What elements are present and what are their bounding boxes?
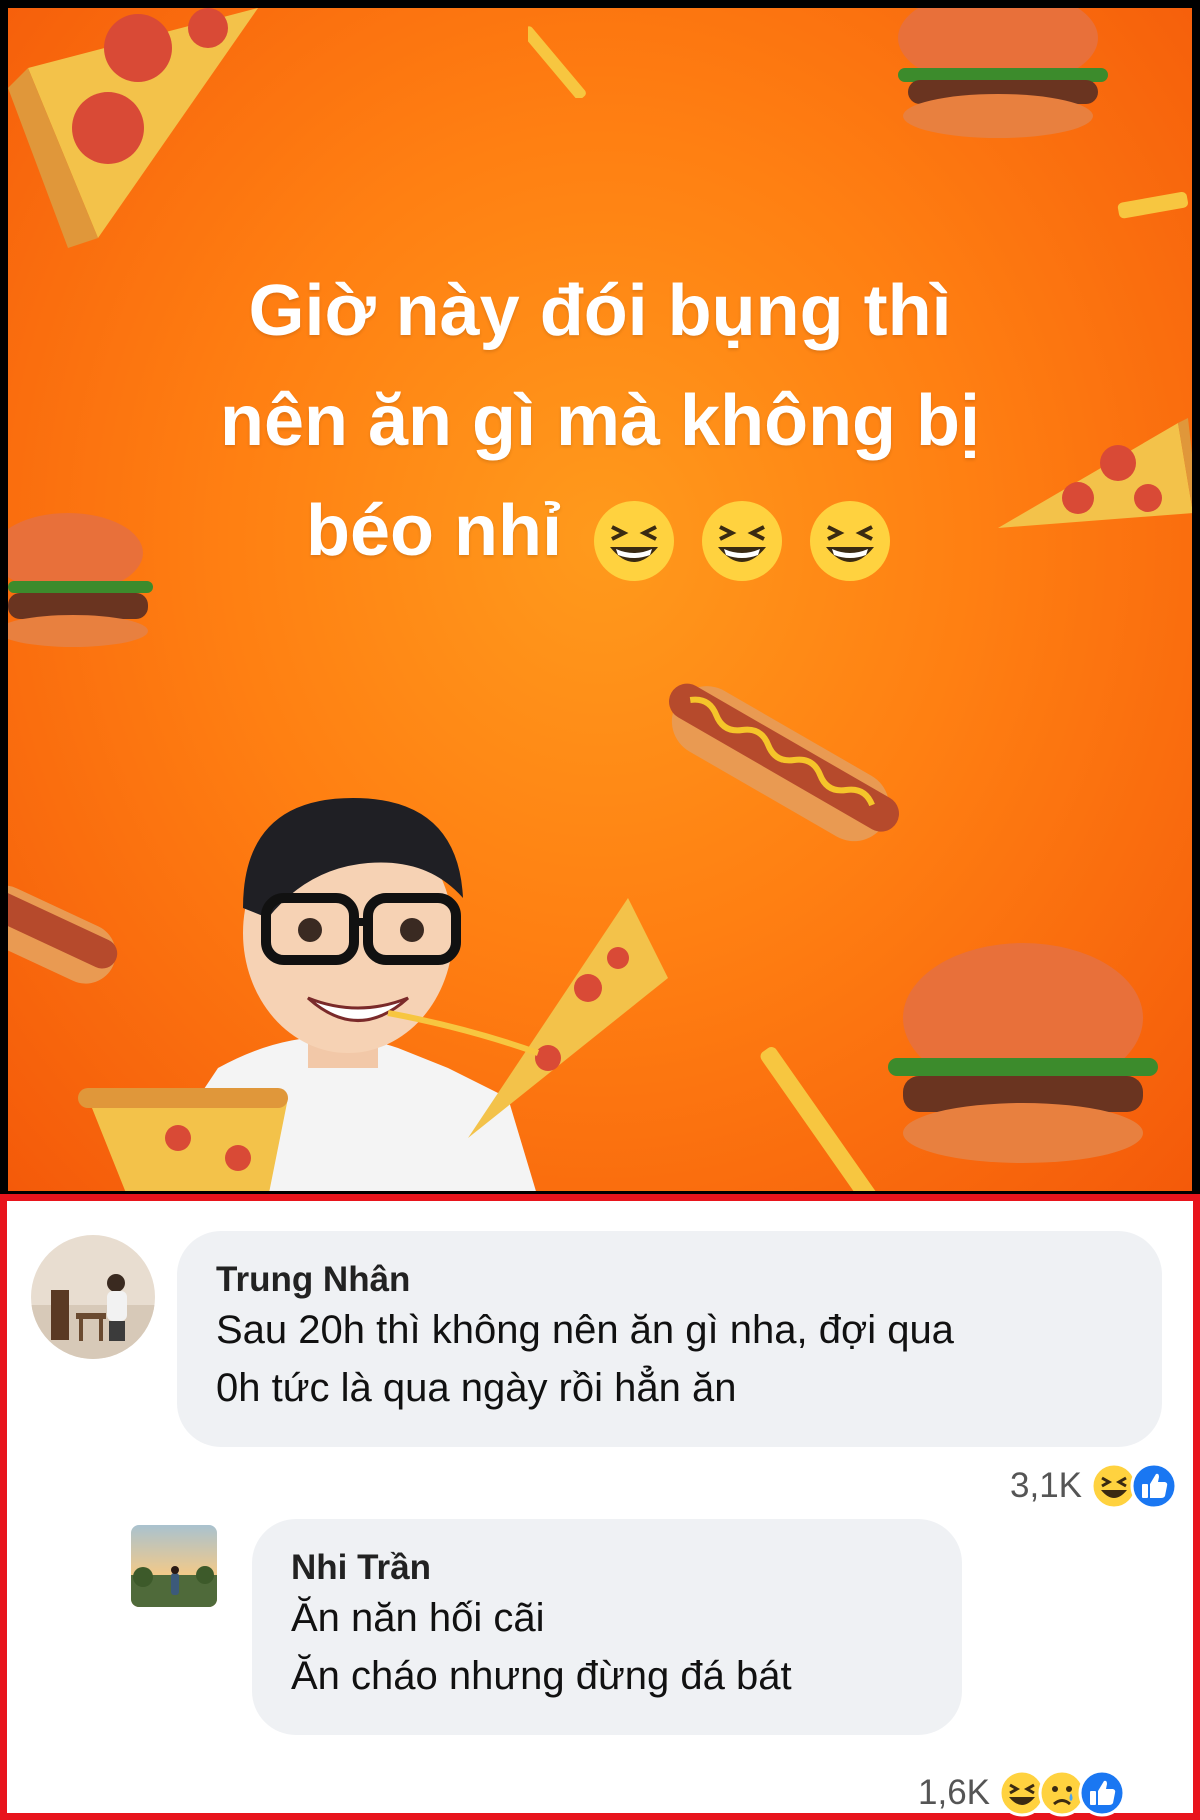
poster-caption: Giờ này đói bụng thì nên ăn gì mà không … bbox=[8, 256, 1192, 591]
like-icon bbox=[1130, 1462, 1178, 1510]
reply-bubble[interactable]: Nhi Trần Ăn năn hối cãi Ăn cháo nhưng đừ… bbox=[252, 1519, 962, 1735]
profile-photo bbox=[31, 1235, 155, 1359]
comments-section: Trung Nhân Sau 20h thì không nên ăn gì n… bbox=[0, 1194, 1200, 1820]
reaction-count: 3,1K bbox=[1010, 1466, 1082, 1505]
reaction-summary[interactable]: 3,1K bbox=[1010, 1462, 1178, 1510]
burger-illustration bbox=[898, 8, 1108, 138]
comment-author[interactable]: Nhi Trần bbox=[291, 1547, 962, 1589]
comment-text-line: Ăn năn hối cãi bbox=[291, 1596, 545, 1640]
comment-text-line: Sau 20h thì không nên ăn gì nha, đợi qua bbox=[216, 1308, 954, 1352]
poster-caption-line-with-emojis: béo nhỉ bbox=[8, 476, 1192, 591]
laughing-face-icon bbox=[810, 500, 891, 581]
emoji-row bbox=[590, 481, 894, 591]
fries-illustration bbox=[1117, 191, 1188, 219]
comment-text-line: Ăn cháo nhưng đừng đá bát bbox=[291, 1654, 792, 1698]
burger-illustration bbox=[888, 943, 1158, 1163]
reaction-count: 1,6K bbox=[918, 1773, 990, 1812]
laughing-face-icon bbox=[702, 500, 782, 581]
meme-poster: Giờ này đói bụng thì nên ăn gì mà không … bbox=[8, 8, 1192, 1191]
poster-caption-line: nên ăn gì mà không bị bbox=[219, 381, 981, 461]
pizza-slice-illustration bbox=[8, 8, 258, 248]
poster-caption-text: béo nhỉ bbox=[305, 491, 562, 571]
cartoon-character-illustration bbox=[78, 798, 668, 1191]
laughing-face-icon bbox=[593, 500, 674, 581]
like-icon bbox=[1078, 1769, 1126, 1817]
profile-photo bbox=[131, 1525, 217, 1607]
poster-caption-line: Giờ này đói bụng thì bbox=[248, 271, 952, 351]
comment-author[interactable]: Trung Nhân bbox=[216, 1259, 1162, 1301]
comment-bubble[interactable]: Trung Nhân Sau 20h thì không nên ăn gì n… bbox=[177, 1231, 1162, 1447]
comment-text-line: 0h tức là qua ngày rồi hẳn ăn bbox=[216, 1366, 737, 1410]
fries-illustration bbox=[760, 1047, 880, 1191]
avatar[interactable] bbox=[31, 1235, 155, 1359]
reaction-summary[interactable]: 1,6K bbox=[918, 1769, 1126, 1817]
avatar[interactable] bbox=[131, 1525, 217, 1607]
fries-illustration bbox=[528, 26, 586, 98]
